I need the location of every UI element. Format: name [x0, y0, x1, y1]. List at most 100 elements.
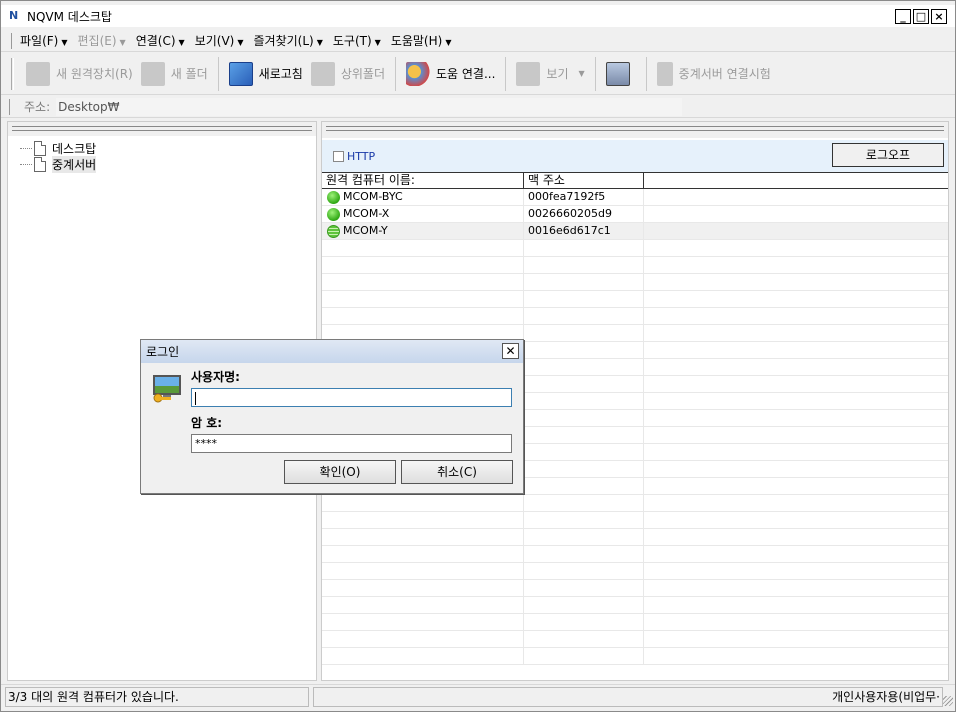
computer-name: MCOM-BYC: [343, 190, 403, 203]
computer-name: MCOM-X: [343, 207, 390, 220]
maximize-button[interactable]: □: [913, 9, 929, 24]
monitor-button[interactable]: [602, 57, 640, 91]
empty-row: [322, 580, 948, 597]
http-label: HTTP: [347, 149, 376, 163]
http-checkbox[interactable]: [333, 150, 344, 162]
online-status-icon: [327, 207, 340, 221]
empty-row: [322, 546, 948, 563]
column-header-name[interactable]: 원격 컴퓨터 이름:: [322, 173, 524, 188]
tree-item-relay-server[interactable]: 중계서버: [20, 155, 97, 173]
folder-tree: 데스크탑 중계서버: [20, 140, 97, 173]
status-bar: 3/3 대의 원격 컴퓨터가 있습니다. 개인사용자용(비업무·: [1, 684, 955, 708]
window-controls: _ □ ×: [895, 9, 947, 24]
empty-row: [322, 597, 948, 614]
folder-icon: [140, 61, 165, 86]
address-label: 주소:: [24, 100, 51, 114]
toolbar-separator: [594, 56, 596, 91]
username-label: 사용자명:: [191, 370, 240, 384]
login-dialog: 로그인 ✕ 사용자명: 암 호: **** 확인(O) 취소(C): [140, 339, 524, 494]
chevron-down-icon: ▼: [578, 69, 585, 78]
help-connect-button[interactable]: 도움 연결...: [402, 57, 499, 91]
pane-grip[interactable]: [322, 122, 948, 138]
ok-button[interactable]: 확인(O): [284, 460, 396, 484]
app-window: N NQVM 데스크탑 _ □ × 파일(F) ▼ 편집(E) ▼ 연결(C) ▼ 보…: [0, 0, 956, 712]
toolbar-separator: [645, 56, 647, 91]
dialog-title: 로그인: [146, 345, 180, 359]
mac-address: 0026660205d9: [524, 206, 644, 222]
parent-folder-icon: [310, 61, 335, 86]
menu-tools[interactable]: 도구(T) ▼: [333, 32, 381, 49]
menu-connect[interactable]: 연결(C) ▼: [136, 32, 185, 49]
tree-item-label: 중계서버: [52, 155, 97, 173]
tree-item-label: 데스크탑: [52, 141, 97, 156]
menu-edit[interactable]: 편집(E) ▼: [78, 32, 126, 49]
new-folder-button[interactable]: 새 폴더: [137, 57, 212, 91]
document-icon: [34, 156, 46, 172]
address-input[interactable]: Desktop₩: [56, 97, 683, 116]
empty-row: [322, 495, 948, 512]
resize-grip-icon[interactable]: [943, 696, 953, 706]
menu-view[interactable]: 보기(V) ▼: [195, 32, 244, 49]
toolbar: 새 원격장치(R) 새 폴더 새로고침 상위폴더 도움 연결... 보기 ▼ 중…: [1, 53, 955, 95]
password-label: 암 호:: [191, 416, 223, 430]
address-bar: 주소: Desktop₩: [1, 96, 955, 118]
menu-grip[interactable]: [11, 32, 14, 49]
toolbar-separator: [395, 56, 396, 91]
login-key-icon: [153, 375, 181, 403]
toolbar-grip[interactable]: [11, 57, 14, 90]
menu-file[interactable]: 파일(F) ▼: [20, 32, 68, 49]
empty-row: [322, 529, 948, 546]
password-input[interactable]: ****: [191, 434, 512, 453]
empty-row: [322, 274, 948, 291]
menu-favorites[interactable]: 즐겨찾기(L) ▼: [254, 32, 323, 49]
relay-test-button[interactable]: 중계서버 연결시험: [653, 57, 775, 91]
toolbar-separator: [217, 56, 219, 91]
view-icon: [516, 61, 541, 86]
menu-help[interactable]: 도움말(H) ▼: [391, 32, 452, 49]
connecting-status-icon: [327, 224, 340, 238]
tree-item-desktop[interactable]: 데스크탑: [20, 140, 96, 156]
document-icon: [34, 140, 46, 156]
table-row[interactable]: MCOM-Y 0016e6d617c1: [322, 223, 948, 240]
empty-row: [322, 648, 948, 665]
empty-row: [322, 614, 948, 631]
refresh-folder-icon: [228, 61, 253, 86]
window-title: NQVM 데스크탑: [27, 9, 112, 24]
empty-row: [322, 631, 948, 648]
cancel-button[interactable]: 취소(C): [401, 460, 513, 484]
toolbar-separator: [505, 56, 507, 91]
table-header: 원격 컴퓨터 이름: 맥 주소: [322, 172, 948, 189]
minimize-button[interactable]: _: [895, 9, 911, 24]
logoff-button[interactable]: 로그오프: [832, 143, 944, 167]
menu-bar: 파일(F) ▼ 편집(E) ▼ 연결(C) ▼ 보기(V) ▼ 즐겨찾기(L) ▼ 도구(…: [1, 30, 955, 52]
close-button[interactable]: ×: [931, 9, 947, 24]
title-bar: N NQVM 데스크탑 _ □ ×: [1, 5, 955, 27]
mac-address: 0016e6d617c1: [524, 223, 644, 239]
app-logo-icon: N: [9, 9, 19, 22]
table-row[interactable]: MCOM-BYC 000fea7192f5: [322, 189, 948, 206]
new-remote-button[interactable]: 새 원격장치(R): [22, 57, 137, 91]
address-grip[interactable]: [9, 98, 12, 115]
computer-icon: [26, 61, 50, 86]
empty-row: [322, 291, 948, 308]
empty-row: [322, 563, 948, 580]
status-license: 개인사용자용(비업무·: [313, 686, 943, 707]
username-input[interactable]: [191, 388, 512, 407]
empty-row: [322, 257, 948, 274]
text-caret: [195, 391, 196, 405]
online-status-icon: [327, 190, 340, 204]
dialog-close-button[interactable]: ✕: [502, 343, 519, 359]
computer-name: MCOM-Y: [343, 224, 388, 237]
table-row[interactable]: MCOM-X 0026660205d9: [322, 206, 948, 223]
empty-row: [322, 308, 948, 325]
monitor-icon: [605, 61, 630, 86]
parent-folder-button[interactable]: 상위폴더: [307, 57, 389, 91]
mac-address: 000fea7192f5: [524, 189, 644, 205]
empty-row: [322, 240, 948, 257]
refresh-button[interactable]: 새로고침: [225, 57, 307, 91]
view-button[interactable]: 보기 ▼: [512, 57, 588, 91]
dialog-title-bar: 로그인 ✕: [141, 340, 523, 363]
column-header-mac[interactable]: 맥 주소: [524, 173, 644, 188]
pane-grip[interactable]: [8, 122, 316, 136]
users-search-icon: [406, 61, 430, 86]
